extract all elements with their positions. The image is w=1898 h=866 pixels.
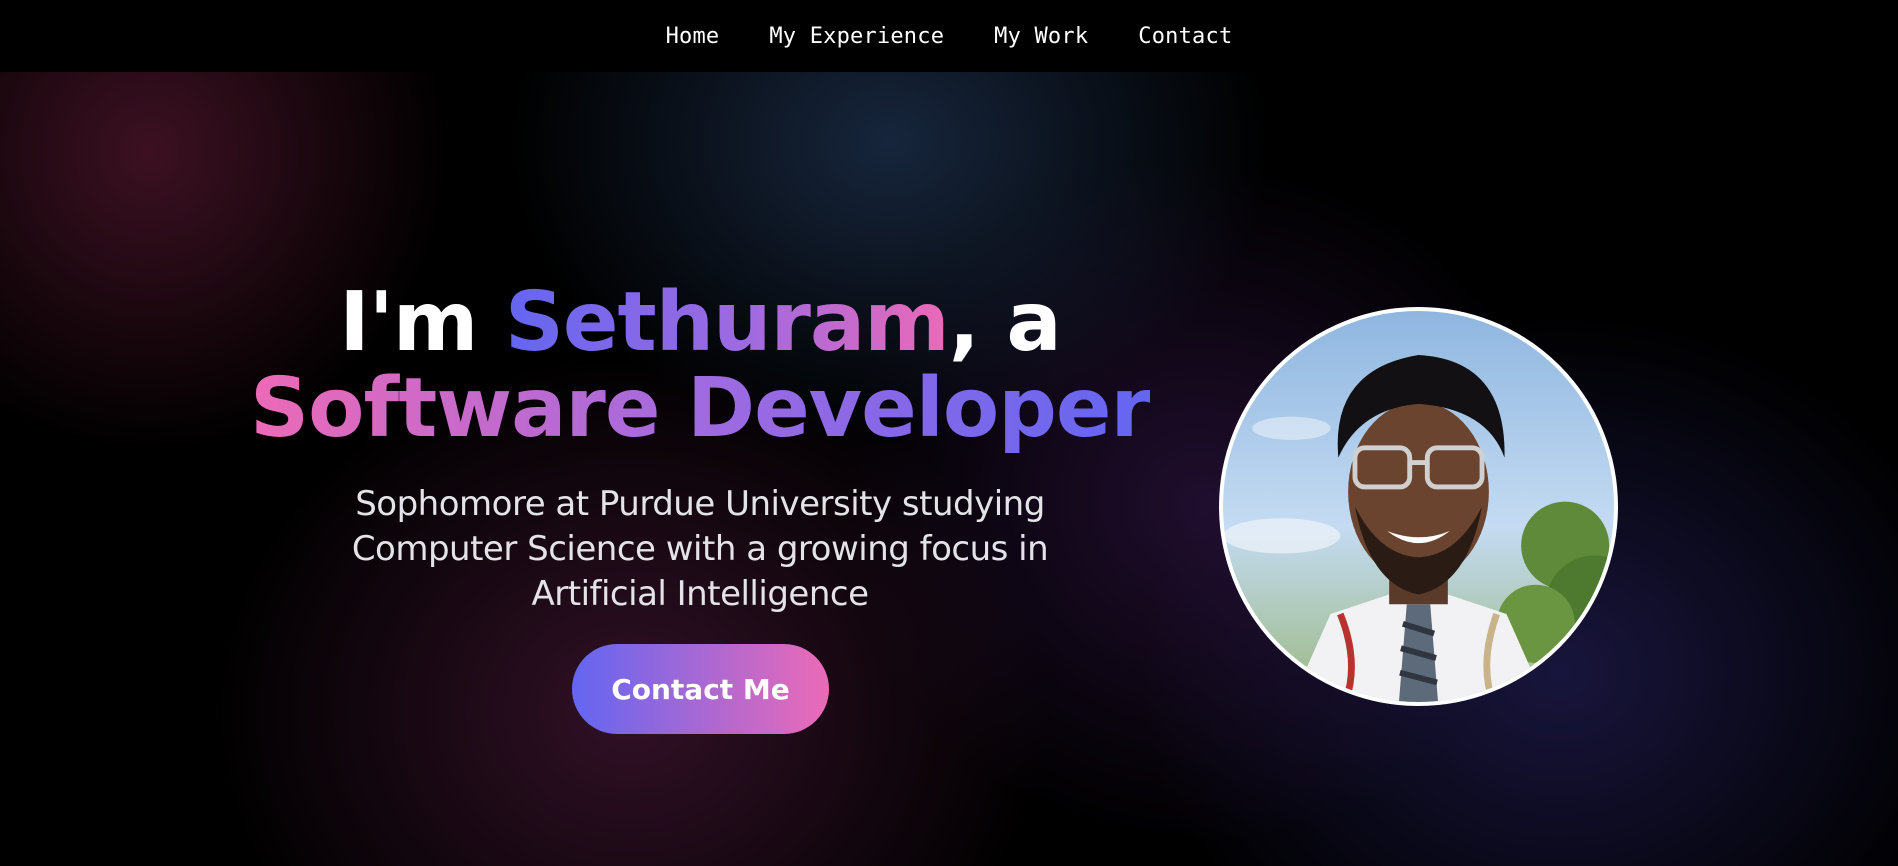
hero-headline: I'm Sethuram, a Software Developer: [200, 280, 1200, 452]
nav-link-home[interactable]: Home: [666, 24, 720, 49]
headline-suffix: , a: [948, 275, 1062, 370]
headline-role: Software Developer: [250, 361, 1151, 456]
headline-prefix: I'm: [339, 275, 505, 370]
top-navigation: Home My Experience My Work Contact: [0, 0, 1898, 72]
nav-link-my-experience[interactable]: My Experience: [769, 24, 944, 49]
headline-name: Sethuram: [504, 275, 950, 370]
profile-photo: [1219, 307, 1618, 706]
nav-link-my-work[interactable]: My Work: [994, 24, 1088, 49]
nav-link-contact[interactable]: Contact: [1138, 24, 1232, 49]
profile-photo-illustration: [1223, 354, 1614, 702]
contact-me-button[interactable]: Contact Me: [572, 644, 829, 734]
hero-subtitle: Sophomore at Purdue University studying …: [351, 484, 1049, 614]
